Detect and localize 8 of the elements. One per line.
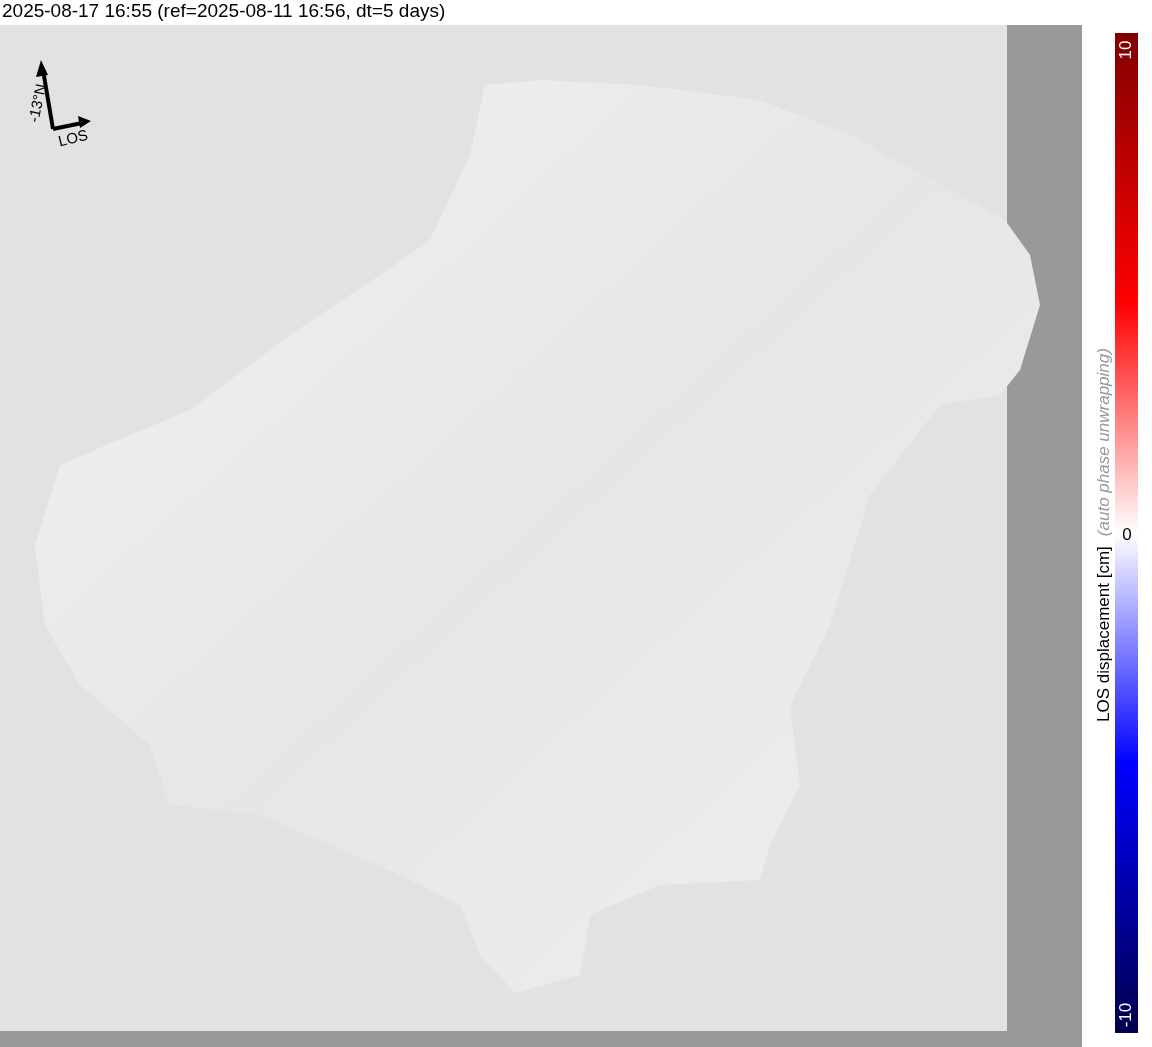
los-label: LOS: [56, 126, 90, 150]
colorbar-label: LOS displacement [cm]: [1094, 546, 1114, 722]
figure-title: 2025-08-17 16:55 (ref=2025-08-11 16:56, dt=5 days): [1, 0, 447, 23]
colorbar-note: (auto phase unwrapping): [1094, 348, 1114, 537]
tick-label: -10: [1117, 1002, 1135, 1028]
north-label: -13°N: [25, 82, 50, 124]
tick-label: 10: [1117, 40, 1135, 60]
tick-label: 0: [1122, 526, 1132, 544]
